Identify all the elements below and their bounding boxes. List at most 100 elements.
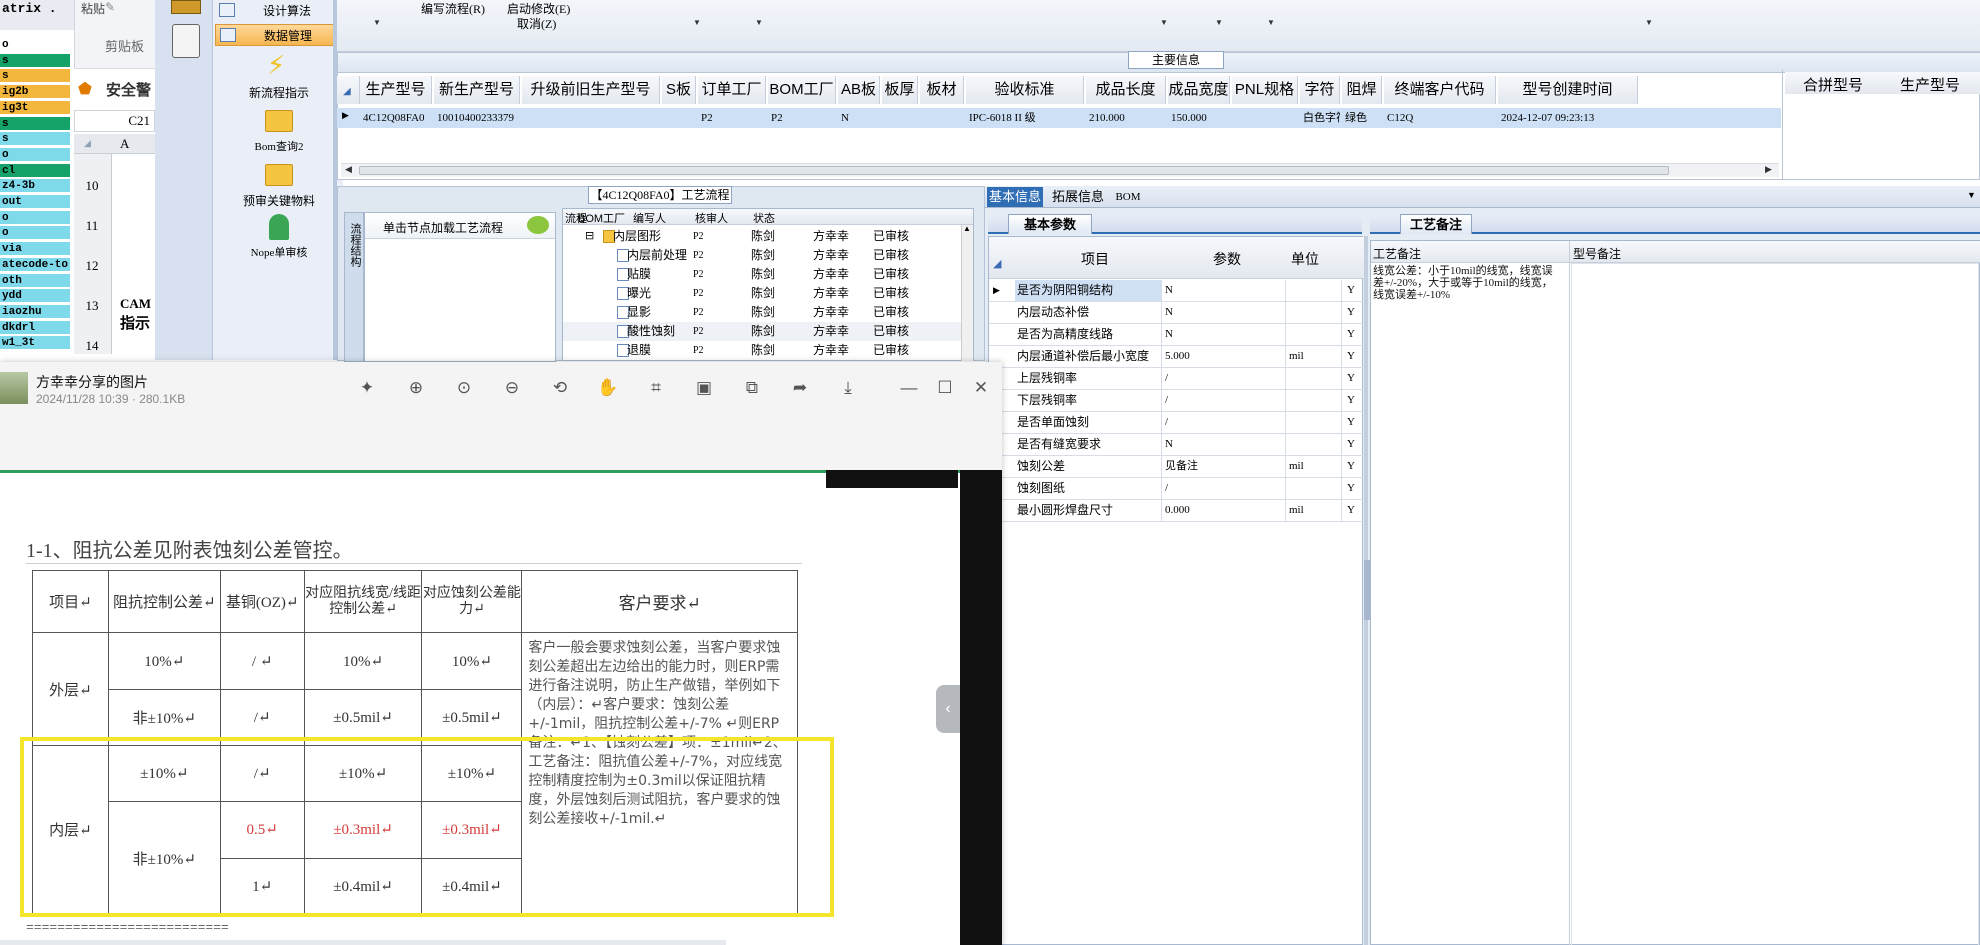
dropdown-arrow-icon[interactable]: ▼ — [693, 18, 701, 27]
horizontal-scrollbar[interactable]: ◀ ▶ — [341, 163, 1779, 177]
param-value[interactable]: / — [1163, 368, 1255, 389]
param-value[interactable]: / — [1163, 390, 1255, 411]
dropdown-arrow-icon[interactable]: ▼ — [1160, 18, 1168, 27]
dropdown-arrow-icon[interactable]: ▼ — [1645, 18, 1653, 27]
column-header[interactable]: 核审人 — [695, 210, 728, 226]
param-value[interactable]: / — [1163, 478, 1255, 499]
cell-item[interactable]: s — [0, 132, 70, 147]
column-header[interactable]: 参数 — [1213, 249, 1241, 269]
column-header[interactable]: 生产型号 — [360, 76, 432, 104]
param-row[interactable]: 是否单面蚀刻 / Y — [989, 412, 1364, 434]
cell-item[interactable]: via — [0, 242, 70, 257]
param-value[interactable]: N — [1163, 434, 1255, 455]
cell-item[interactable]: cl — [0, 163, 70, 178]
cell-item[interactable]: oth — [0, 273, 70, 288]
param-value[interactable]: N — [1163, 302, 1255, 323]
hand-icon[interactable]: ✋ — [597, 377, 619, 399]
param-row[interactable]: 内层通道补偿后最小宽度 5.000 mil Y — [989, 346, 1364, 368]
actual-size-icon[interactable]: ⊙ — [453, 377, 475, 399]
cell-item[interactable]: o — [0, 38, 70, 52]
cell-item[interactable]: s — [0, 53, 70, 68]
screenshot-icon[interactable]: ▣ — [693, 377, 715, 399]
table-cell[interactable]: N — [841, 108, 880, 128]
cell-item[interactable]: s — [0, 69, 70, 84]
column-header[interactable]: BOM工厂 — [768, 76, 836, 104]
param-row[interactable]: 上层残铜率 / Y — [989, 368, 1364, 390]
column-header-a[interactable]: A — [120, 136, 129, 152]
paste-button[interactable]: 粘贴 — [81, 0, 105, 17]
ocr-icon[interactable]: ⌗ — [645, 377, 667, 399]
nav-item-data-management[interactable]: 数据管理 — [215, 24, 343, 46]
download-icon[interactable]: ⤓ — [837, 377, 859, 399]
column-header[interactable]: 验收标准 — [966, 76, 1084, 104]
collapse-icon[interactable]: ⊟ — [585, 227, 594, 246]
tree-row[interactable]: 酸性蚀刻 P2 陈剑 方幸幸 已审核 — [563, 322, 961, 341]
row-number[interactable]: 10 — [72, 178, 112, 194]
column-header[interactable]: 终端客户代码 — [1384, 76, 1496, 104]
cell-item[interactable]: dkdrl — [0, 320, 70, 335]
close-icon[interactable]: ✕ — [970, 377, 992, 399]
magic-icon[interactable]: ✦ — [356, 377, 378, 399]
tab-extended-info[interactable]: 拓展信息 — [1048, 187, 1108, 207]
row-number[interactable]: 11 — [72, 218, 112, 234]
grid-icon[interactable] — [171, 0, 201, 14]
column-header[interactable]: 生产型号 — [1900, 74, 1960, 95]
table-cell[interactable]: 绿色 — [1345, 108, 1382, 128]
security-warning[interactable]: ⬟ 安全警 — [74, 68, 155, 108]
param-row[interactable]: 是否为高精度线路 N Y — [989, 324, 1364, 346]
param-row[interactable]: 蚀刻图纸 / Y — [989, 478, 1364, 500]
cell-item[interactable]: ydd — [0, 289, 70, 304]
cell-item[interactable]: o — [0, 210, 70, 225]
cell-item[interactable]: s — [0, 116, 70, 131]
param-value[interactable]: N — [1163, 280, 1255, 301]
tree-row[interactable]: 曝光 P2 陈剑 方幸幸 已审核 — [563, 284, 961, 303]
maximize-icon[interactable]: ☐ — [934, 377, 956, 399]
table-cell[interactable] — [885, 108, 918, 128]
name-box[interactable]: C21 — [74, 110, 155, 132]
tree-row[interactable]: 退膜 P2 陈剑 方幸幸 已审核 — [563, 341, 961, 360]
cell-item[interactable]: o — [0, 147, 70, 162]
column-header[interactable]: 合拼型号 — [1803, 74, 1863, 95]
column-header[interactable]: 单位 — [1291, 249, 1319, 269]
param-value[interactable]: / — [1163, 412, 1255, 433]
nav-item-precheck-material[interactable]: 预审关键物料 — [215, 160, 343, 210]
tree-row[interactable]: 贴膜 P2 陈剑 方幸幸 已审核 — [563, 265, 961, 284]
param-row[interactable]: 是否为阴阳铜结构 N Y ▶ — [989, 280, 1364, 302]
dropdown-arrow-icon[interactable]: ▼ — [373, 18, 381, 27]
tab-basic-info[interactable]: 基本信息 — [987, 187, 1043, 207]
column-header[interactable]: 型号创建时间 — [1498, 76, 1638, 104]
zoom-in-icon[interactable]: ⊕ — [405, 377, 427, 399]
nav-item-new-flow[interactable]: ⚡ 新流程指示 — [215, 48, 343, 102]
cell-item[interactable]: w1_3t — [0, 336, 70, 351]
row-number[interactable]: 12 — [72, 258, 112, 274]
row-number[interactable]: 13 — [72, 298, 112, 314]
param-value[interactable]: 5.000 — [1163, 346, 1255, 367]
load-flow-button[interactable]: 单击节点加载工艺流程 — [365, 213, 555, 239]
param-row[interactable]: 内层动态补偿 N Y — [989, 302, 1364, 324]
calculator-icon[interactable] — [172, 24, 200, 58]
tree-row[interactable]: ⊟ 内层图形 P2 陈剑 方幸幸 已审核 — [563, 227, 961, 246]
table-cell[interactable]: P2 — [771, 108, 836, 128]
column-header[interactable]: 订单工厂 — [698, 76, 766, 104]
share-icon[interactable]: ➦ — [789, 377, 811, 399]
cell-item[interactable]: atecode-to — [0, 257, 70, 272]
column-header[interactable]: 阻焊 — [1342, 76, 1382, 104]
cell-item[interactable]: ig3t — [0, 100, 70, 115]
param-value[interactable]: 0.000 — [1163, 500, 1255, 521]
column-header[interactable]: 新生产型号 — [434, 76, 520, 104]
table-cell[interactable]: 白色字符 — [1303, 108, 1340, 128]
column-header[interactable]: S板 — [662, 76, 696, 104]
column-header[interactable]: 成品长度 — [1086, 76, 1166, 104]
param-row[interactable]: 下层残铜率 / Y — [989, 390, 1364, 412]
collapse-handle-icon[interactable]: ‹ — [936, 685, 960, 733]
table-cell[interactable]: 2024-12-07 09:23:13 — [1501, 108, 1638, 128]
table-cell[interactable] — [525, 108, 660, 128]
column-header[interactable]: 编写人 — [633, 210, 666, 226]
param-row[interactable]: 最小圆形焊盘尺寸 0.000 mil Y — [989, 500, 1364, 522]
column-header[interactable]: PNL规格 — [1232, 76, 1298, 104]
tab-process-remark[interactable]: 工艺备注 — [1400, 214, 1472, 234]
dropdown-arrow-icon[interactable]: ▼ — [1267, 18, 1275, 27]
cell-item[interactable]: out — [0, 195, 70, 209]
tab-bom[interactable]: BOM — [1110, 187, 1146, 207]
param-row[interactable]: 蚀刻公差 见备注 mil Y — [989, 456, 1364, 478]
